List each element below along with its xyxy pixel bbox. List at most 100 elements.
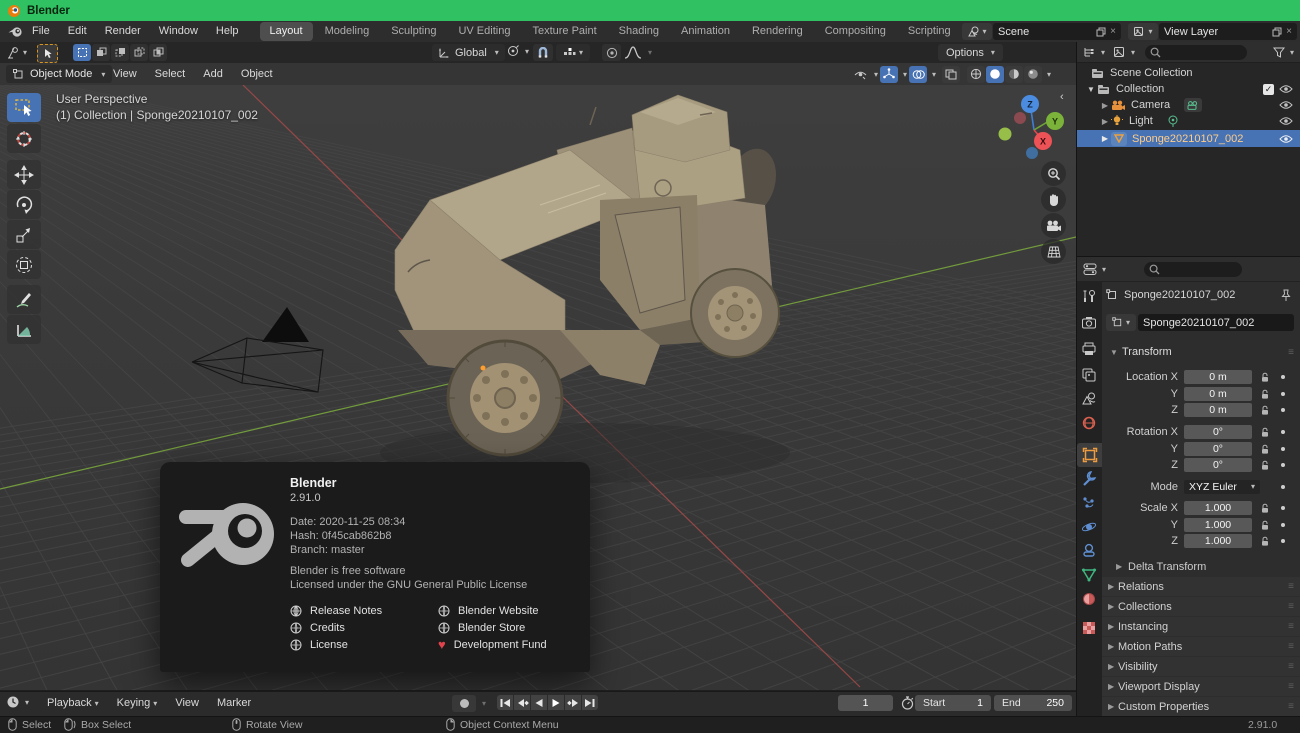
- tab-particles[interactable]: [1081, 495, 1097, 516]
- expand-arrow-icon[interactable]: ▼: [1085, 85, 1097, 94]
- pan-button[interactable]: [1041, 187, 1066, 212]
- panel-grip-icon[interactable]: ≡: [1288, 681, 1294, 692]
- editor-separator-vertical[interactable]: [1076, 42, 1077, 716]
- tab-output[interactable]: [1081, 341, 1097, 362]
- shading-material-button[interactable]: [1005, 66, 1023, 83]
- panel-custom-properties[interactable]: ▶Custom Properties≡: [1102, 697, 1300, 716]
- menu-edit[interactable]: Edit: [59, 21, 96, 42]
- window-titlebar[interactable]: Blender: [0, 0, 1300, 21]
- tool-annotate[interactable]: [7, 285, 41, 314]
- menu-render[interactable]: Render: [96, 21, 150, 42]
- animate-dot[interactable]: [1281, 485, 1285, 489]
- expand-arrow-icon[interactable]: ▶: [1099, 134, 1111, 143]
- rotation-x-field[interactable]: 0°: [1184, 425, 1252, 439]
- tab-world[interactable]: [1081, 415, 1097, 436]
- animate-dot[interactable]: [1281, 463, 1285, 467]
- viewport-menu-select[interactable]: Select: [146, 64, 195, 85]
- proportional-edit-toggle[interactable]: [602, 44, 621, 61]
- tool-scale[interactable]: [7, 220, 41, 249]
- panel-grip-icon[interactable]: ≡: [1288, 581, 1294, 592]
- location-z-field[interactable]: 0 m: [1184, 403, 1252, 417]
- panel-grip-icon[interactable]: ≡: [1288, 701, 1294, 712]
- workspace-tab-compositing[interactable]: Compositing: [815, 22, 896, 41]
- timeline-menu-keying[interactable]: Keying▾: [108, 693, 167, 714]
- animate-dot[interactable]: [1281, 447, 1285, 451]
- tab-material[interactable]: [1081, 591, 1097, 612]
- snap-toggle-button[interactable]: [533, 44, 553, 61]
- shading-rendered-button[interactable]: [1024, 66, 1042, 83]
- workspace-tab-scripting[interactable]: Scripting: [898, 22, 961, 41]
- link-release-notes[interactable]: Release Notes: [290, 602, 382, 619]
- tab-object-data[interactable]: [1081, 567, 1097, 588]
- outliner-row-scene-collection[interactable]: Scene Collection: [1077, 65, 1300, 81]
- panel-grip-icon[interactable]: ≡: [1288, 347, 1294, 358]
- animate-dot[interactable]: [1281, 430, 1285, 434]
- animate-dot[interactable]: [1281, 523, 1285, 527]
- falloff-curve-icon[interactable]: [624, 46, 642, 59]
- link-license[interactable]: License: [290, 636, 382, 653]
- stopwatch-icon[interactable]: [901, 696, 914, 710]
- tab-physics[interactable]: [1081, 519, 1097, 540]
- tool-select-box[interactable]: [7, 93, 41, 122]
- location-x-field[interactable]: 0 m: [1184, 370, 1252, 384]
- frame-end-field[interactable]: End 250: [994, 695, 1072, 711]
- lock-icon[interactable]: [1260, 389, 1270, 400]
- snap-target-dropdown[interactable]: ▾: [556, 44, 590, 61]
- unlink-scene-icon[interactable]: ×: [1110, 26, 1116, 37]
- viewport-menu-view[interactable]: View: [104, 64, 146, 85]
- camera-view-button[interactable]: [1041, 213, 1066, 238]
- object-visibility-dropdown[interactable]: [851, 66, 869, 83]
- select-mode-intersect[interactable]: [149, 44, 167, 61]
- copy-icon[interactable]: [1272, 27, 1282, 37]
- timeline-menu-playback[interactable]: Playback▾: [38, 693, 108, 714]
- rotation-mode-dropdown[interactable]: XYZ Euler ▾: [1184, 480, 1260, 494]
- outliner-filter-dropdown[interactable]: ▾: [1273, 47, 1294, 58]
- select-mode-set[interactable]: [73, 44, 91, 61]
- panel-grip-icon[interactable]: ≡: [1288, 621, 1294, 632]
- location-y-field[interactable]: 0 m: [1184, 387, 1252, 401]
- properties-search-input[interactable]: [1144, 262, 1242, 277]
- tool-cursor[interactable]: [7, 124, 41, 153]
- animate-dot[interactable]: [1281, 539, 1285, 543]
- workspace-tab-rendering[interactable]: Rendering: [742, 22, 813, 41]
- workspace-tab-animation[interactable]: Animation: [671, 22, 740, 41]
- lock-icon[interactable]: [1260, 427, 1270, 438]
- select-mode-subtract[interactable]: [111, 44, 129, 61]
- view-layer-icon-dropdown[interactable]: ▾: [1128, 23, 1158, 40]
- view-layer-name-field[interactable]: View Layer ×: [1159, 23, 1297, 40]
- select-mode-invert[interactable]: [130, 44, 148, 61]
- rotation-y-field[interactable]: 0°: [1184, 442, 1252, 456]
- workspace-tab-sculpting[interactable]: Sculpting: [381, 22, 446, 41]
- scale-y-field[interactable]: 1.000: [1184, 518, 1252, 532]
- menu-file[interactable]: File: [23, 21, 59, 42]
- outliner-filter-mode-dropdown[interactable]: ▾: [1113, 46, 1135, 58]
- current-frame-field[interactable]: 1: [838, 695, 893, 711]
- workspace-tab-layout[interactable]: Layout: [260, 22, 313, 41]
- eye-visibility-icon[interactable]: [1279, 84, 1293, 94]
- scale-z-field[interactable]: 1.000: [1184, 534, 1252, 548]
- animate-dot[interactable]: [1281, 375, 1285, 379]
- options-button[interactable]: Options ▾: [938, 44, 1003, 61]
- panel-grip-icon[interactable]: ≡: [1288, 641, 1294, 652]
- tab-view-layer[interactable]: [1081, 367, 1097, 388]
- eye-visibility-icon[interactable]: [1279, 134, 1293, 144]
- animate-dot[interactable]: [1281, 506, 1285, 510]
- tab-modifiers[interactable]: [1081, 470, 1097, 491]
- tool-transform[interactable]: [7, 250, 41, 279]
- workspace-tab-uv-editing[interactable]: UV Editing: [448, 22, 520, 41]
- link-blender-store[interactable]: Blender Store: [438, 619, 547, 636]
- transform-orientation-dropdown[interactable]: Global ▾: [432, 44, 505, 61]
- outliner-search-input[interactable]: [1145, 45, 1247, 60]
- delta-transform-subpanel[interactable]: ▶ Delta Transform: [1102, 558, 1300, 575]
- tab-tool[interactable]: [1081, 289, 1097, 310]
- eye-visibility-icon[interactable]: [1279, 116, 1293, 126]
- lock-icon[interactable]: [1260, 444, 1270, 455]
- eye-visibility-icon[interactable]: [1279, 100, 1293, 110]
- transform-panel-header[interactable]: ▼ Transform ≡: [1102, 343, 1300, 361]
- scale-x-field[interactable]: 1.000: [1184, 501, 1252, 515]
- animate-dot[interactable]: [1281, 408, 1285, 412]
- zoom-button[interactable]: [1041, 161, 1066, 186]
- rotation-z-field[interactable]: 0°: [1184, 458, 1252, 472]
- tool-rotate[interactable]: [7, 190, 41, 219]
- object-name-field[interactable]: Sponge20210107_002: [1138, 314, 1294, 331]
